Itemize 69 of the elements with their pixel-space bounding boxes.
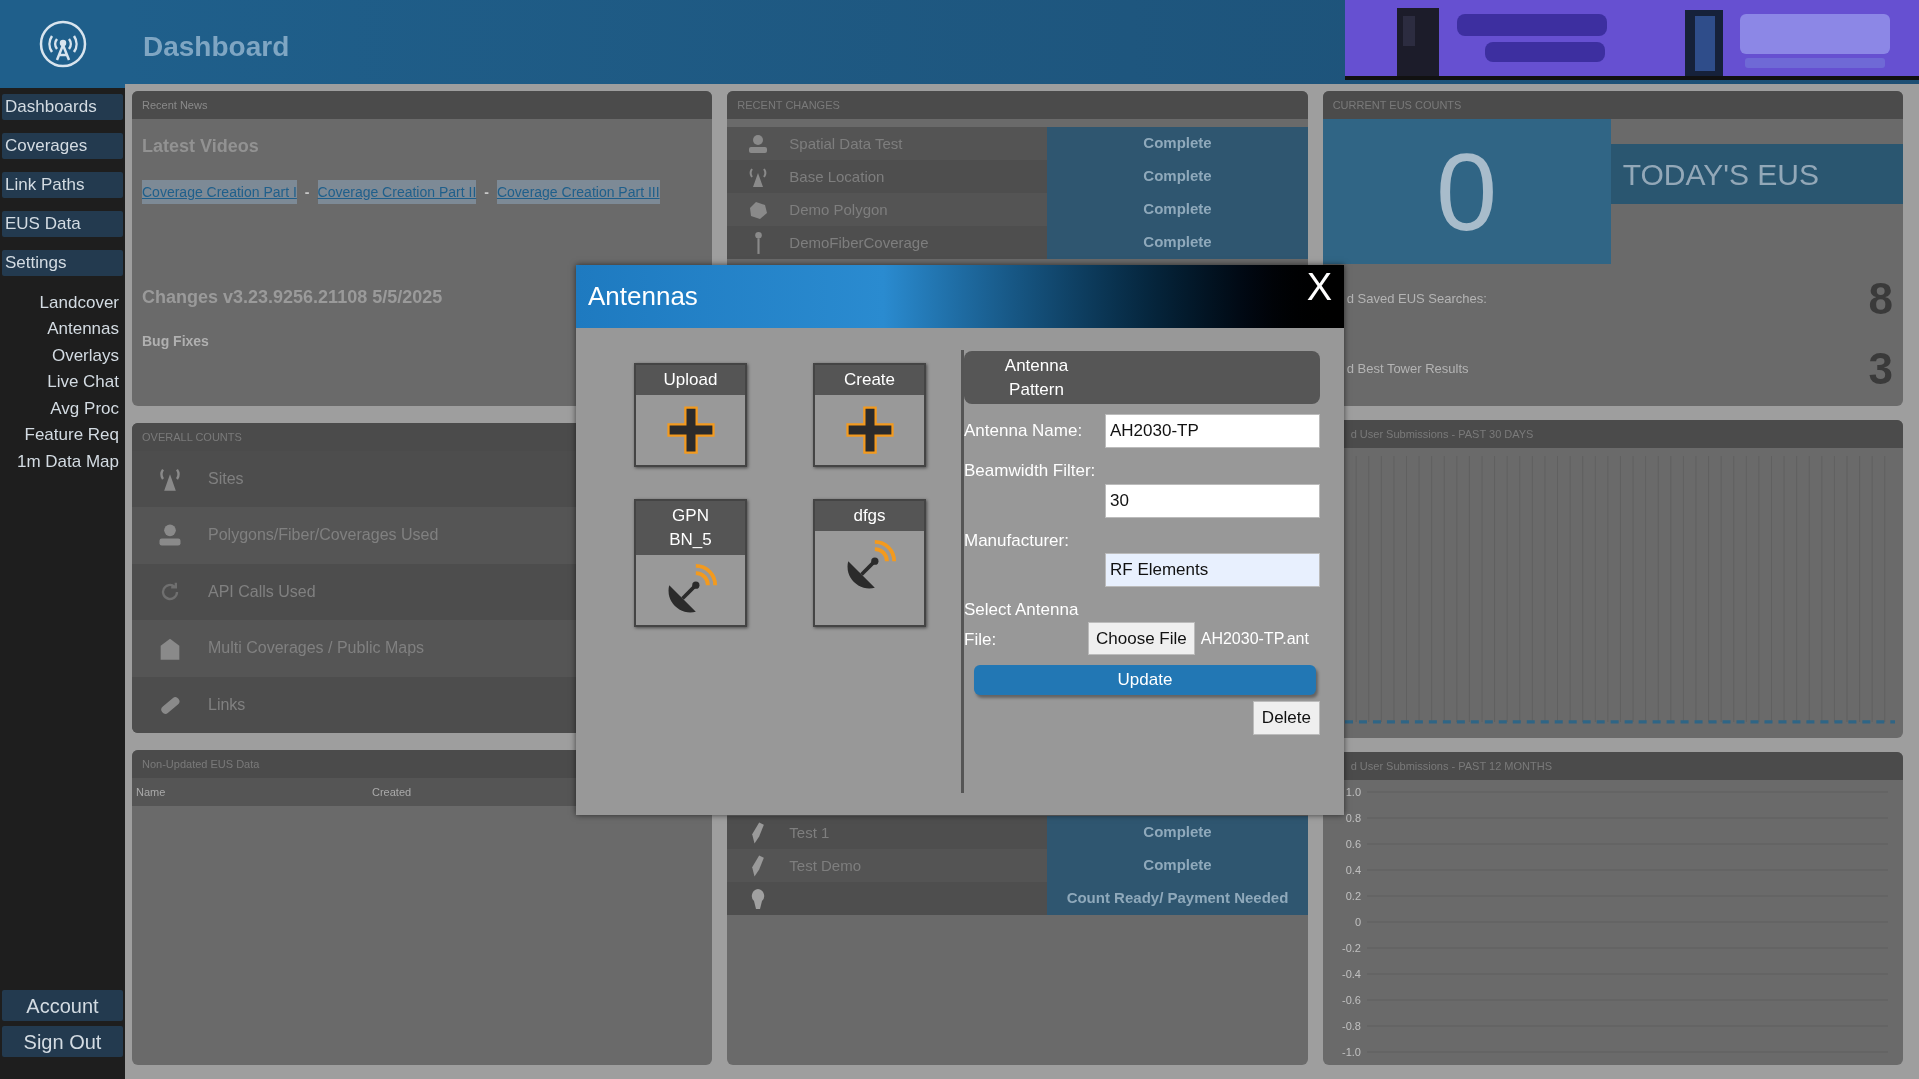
tile-label: Upload bbox=[663, 369, 718, 391]
changes-notes: Bug Fixes bbox=[142, 332, 209, 351]
antenna-tile[interactable]: GPN BN_5 bbox=[634, 499, 747, 627]
panel-title: Recent News bbox=[142, 97, 208, 113]
antenna-tile[interactable]: Upload bbox=[634, 363, 747, 467]
nav-subitem[interactable]: Avg Proc bbox=[50, 395, 125, 422]
status-cell: Complete bbox=[1047, 849, 1308, 882]
antenna-tile[interactable]: Create bbox=[813, 363, 926, 467]
pen-icon bbox=[751, 820, 766, 845]
today-count: 0 bbox=[1322, 119, 1611, 264]
axis-tick-label: -0.8 bbox=[1341, 1020, 1361, 1032]
axis-tick-label: 0.4 bbox=[1345, 864, 1361, 876]
nav-subitem[interactable]: Overlays bbox=[51, 342, 125, 369]
page-title: Dashboard bbox=[142, 30, 291, 64]
field-label: Manufacturer: bbox=[964, 529, 1069, 552]
nav-item[interactable]: EUS Data bbox=[2, 211, 123, 237]
tile-label: dfgs bbox=[853, 505, 886, 527]
field-label: Antenna Name: bbox=[964, 420, 1083, 443]
axis-tick-label: 0 bbox=[1354, 916, 1361, 928]
status-cell: Count Ready/ Payment Needed bbox=[1047, 882, 1308, 915]
status-cell: Complete bbox=[1047, 226, 1308, 259]
axis-tick-label: -0.4 bbox=[1341, 968, 1361, 980]
nav-item[interactable]: Coverages bbox=[2, 133, 123, 159]
separator-text: - bbox=[484, 183, 489, 202]
axis-tick-label: 1.0 bbox=[1345, 786, 1361, 798]
field-label: Beamwidth Filter: bbox=[964, 460, 1096, 482]
file-name: AH2030-TP.ant bbox=[1200, 629, 1309, 649]
input-field[interactable]: AH2030-TP bbox=[1105, 414, 1320, 448]
nav-subitem[interactable]: Landcover bbox=[39, 289, 125, 316]
tile-label: Create bbox=[844, 369, 895, 391]
choose-file-button[interactable]: Choose File bbox=[1088, 622, 1195, 655]
nav-subitem[interactable]: Antennas bbox=[47, 315, 125, 342]
axis-tick-label: -1.0 bbox=[1341, 1046, 1361, 1058]
update-button[interactable]: Update bbox=[974, 665, 1316, 695]
axis-tick-label: 0.2 bbox=[1345, 890, 1361, 902]
close-button[interactable]: X bbox=[1306, 268, 1332, 306]
axis-tick-label: 0.8 bbox=[1345, 812, 1361, 824]
status-cell: Complete bbox=[1047, 127, 1308, 160]
column-header: Name bbox=[135, 784, 167, 800]
axis-tick-label: -0.6 bbox=[1341, 994, 1361, 1006]
nav-item[interactable]: Account bbox=[2, 990, 123, 1021]
separator-text: - bbox=[304, 183, 310, 202]
today-label: TODAY'S EUS bbox=[1610, 144, 1903, 204]
axis-tick-label: 0.6 bbox=[1345, 838, 1361, 850]
tile-label: GPN BN_5 bbox=[669, 505, 712, 551]
status-cell: Complete bbox=[1047, 816, 1308, 849]
nav-subitem[interactable]: 1m Data Map bbox=[16, 448, 125, 475]
nav-item[interactable]: Dashboards bbox=[2, 94, 123, 120]
delete-button[interactable]: Delete bbox=[1252, 701, 1320, 735]
stat-label: d Best Tower Results bbox=[1346, 360, 1469, 379]
nav-item[interactable]: Sign Out bbox=[2, 1026, 123, 1057]
pen-icon bbox=[751, 853, 766, 878]
section-title: Antenna Pattern bbox=[1003, 354, 1070, 401]
stat-label: d Saved EUS Searches: bbox=[1346, 290, 1487, 309]
nav-subitem[interactable]: Feature Req bbox=[24, 421, 125, 448]
dialog-title: Antennas bbox=[588, 280, 698, 313]
antenna-tile[interactable]: dfgs bbox=[813, 499, 926, 627]
nav-subitem[interactable]: Live Chat bbox=[47, 368, 125, 395]
antenna-logo-icon[interactable] bbox=[37, 19, 88, 69]
status-cell: Complete bbox=[1047, 160, 1308, 193]
status-cell: Complete bbox=[1047, 193, 1308, 226]
nav-item[interactable]: Link Paths bbox=[2, 172, 123, 198]
field-label: Select Antenna File: bbox=[964, 599, 1080, 651]
nav-item[interactable]: Settings bbox=[2, 250, 123, 276]
input-field[interactable]: RF Elements bbox=[1105, 553, 1320, 587]
input-field[interactable]: 30 bbox=[1105, 483, 1320, 518]
axis-tick-label: -0.2 bbox=[1341, 942, 1361, 954]
pin-icon bbox=[753, 230, 763, 255]
column-header: Created bbox=[371, 784, 413, 800]
